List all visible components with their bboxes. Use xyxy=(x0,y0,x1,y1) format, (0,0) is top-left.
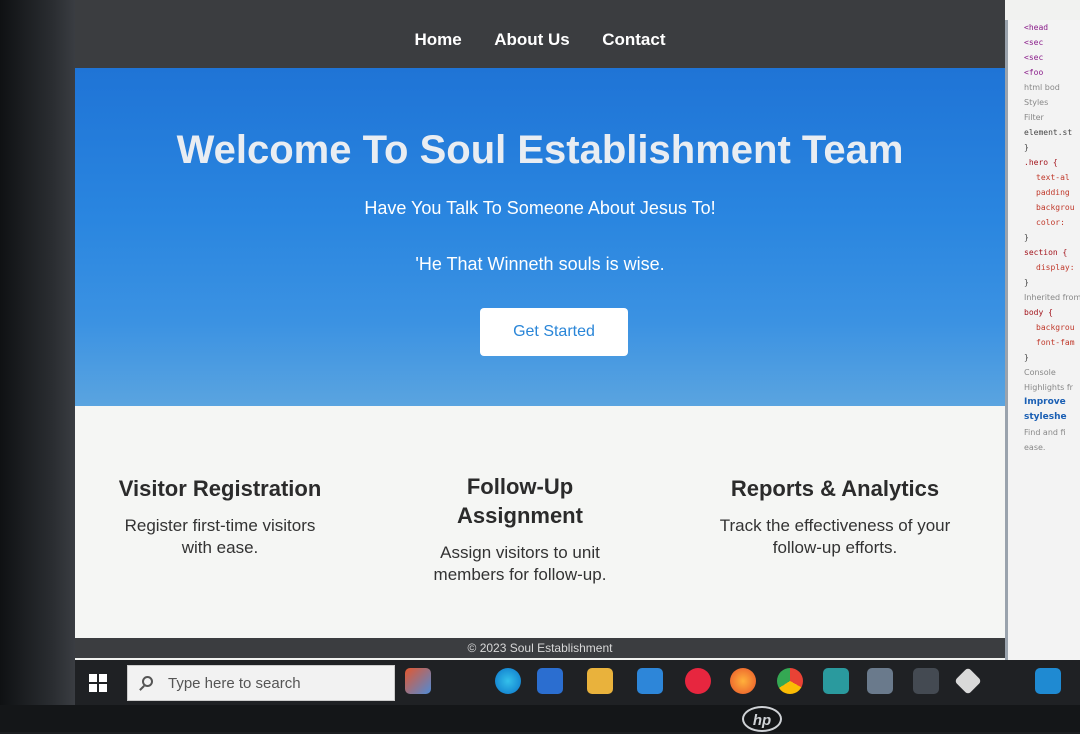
file-explorer-icon[interactable] xyxy=(587,668,613,694)
devtools-selector: body { xyxy=(1024,308,1053,317)
firefox-icon[interactable] xyxy=(730,668,756,694)
devtools-line: } xyxy=(1024,278,1029,287)
windows-start-icon[interactable] xyxy=(89,674,107,692)
nav-home-link[interactable]: Home xyxy=(415,30,462,50)
feature-title: Reports & Analytics xyxy=(730,476,940,501)
search-icon xyxy=(142,676,153,687)
features-section: Visitor Registration Register first-time… xyxy=(75,406,1005,638)
devtools-filter-input[interactable]: Filter xyxy=(1008,110,1080,125)
search-placeholder: Type here to search xyxy=(168,675,301,692)
screen: Home About Us Contact Welcome To Soul Es… xyxy=(75,0,1080,706)
devtools-line: } xyxy=(1024,233,1029,242)
devtools-panel[interactable]: <head <sec <sec <foo html bod Styles Fil… xyxy=(1005,20,1080,660)
devtools-styles-tab[interactable]: Styles xyxy=(1008,95,1080,110)
hero-title: Welcome To Soul Establishment Team xyxy=(176,128,904,172)
devtools-property: text-al xyxy=(1036,173,1070,182)
devtools-line[interactable]: <sec xyxy=(1008,35,1080,50)
opera-icon[interactable] xyxy=(685,668,711,694)
devtools-property: padding xyxy=(1036,188,1070,197)
devtools-breadcrumb[interactable]: html bod xyxy=(1008,80,1080,95)
feature-title: Visitor Registration xyxy=(118,476,322,501)
devtools-hint-text: ease. xyxy=(1024,443,1046,452)
devtools-property: font-fam xyxy=(1036,338,1075,347)
app-icon-2[interactable] xyxy=(954,667,982,695)
edge-icon[interactable] xyxy=(495,668,521,694)
devtools-line: element.st xyxy=(1024,128,1073,137)
terminal-icon[interactable] xyxy=(823,668,849,694)
feature-title: Follow-Up Assignment xyxy=(457,474,583,528)
devtools-property: backgrou xyxy=(1036,203,1075,212)
feature-reports-analytics: Reports & Analytics Track the effectiven… xyxy=(695,474,975,559)
monitor-bezel-bottom xyxy=(0,705,1080,732)
main-nav: Home About Us Contact xyxy=(75,30,1005,50)
video-icon[interactable] xyxy=(913,668,939,694)
feature-text: Track the effectiveness of your follow-u… xyxy=(719,516,951,557)
store-icon[interactable] xyxy=(537,668,563,694)
devtools-line: } xyxy=(1024,353,1029,362)
taskbar-search-box[interactable]: Type here to search xyxy=(127,665,395,701)
nav-contact-link[interactable]: Contact xyxy=(602,30,665,50)
devtools-line[interactable]: <head xyxy=(1008,20,1080,35)
monitor-bezel xyxy=(0,0,75,732)
devtools-highlights: Highlights fr xyxy=(1024,383,1073,392)
devtools-selector: .hero { xyxy=(1024,158,1058,167)
devtools-line[interactable]: <foo xyxy=(1008,65,1080,80)
hero-section: Welcome To Soul Establishment Team Have … xyxy=(75,68,1005,406)
devtools-line[interactable]: <sec xyxy=(1008,50,1080,65)
devtools-line: } xyxy=(1024,143,1029,152)
hero-subtitle: Have You Talk To Someone About Jesus To! xyxy=(364,198,716,218)
get-started-button[interactable]: Get Started xyxy=(480,308,628,356)
mail-icon[interactable] xyxy=(637,668,663,694)
vscode-icon[interactable] xyxy=(1035,668,1061,694)
devtools-console-tab[interactable]: Console xyxy=(1008,365,1080,380)
chrome-icon[interactable] xyxy=(777,668,803,694)
nav-about-link[interactable]: About Us xyxy=(494,30,570,50)
devtools-hint-title[interactable]: Improve xyxy=(1008,395,1080,410)
devtools-selector: section { xyxy=(1024,248,1068,257)
feature-text: Assign visitors to unit members for foll… xyxy=(433,543,607,584)
devtools-property: display: xyxy=(1036,263,1075,272)
devtools-property: color: xyxy=(1036,218,1065,227)
hero-quote: 'He That Winneth souls is wise. xyxy=(415,254,665,274)
devtools-hint-title[interactable]: styleshe xyxy=(1008,410,1080,425)
windows-taskbar: Type here to search xyxy=(75,660,1080,706)
feature-follow-up-assignment: Follow-Up Assignment Assign visitors to … xyxy=(410,472,630,586)
app-icon[interactable] xyxy=(867,668,893,694)
feature-visitor-registration: Visitor Registration Register first-time… xyxy=(115,474,325,559)
widgets-icon[interactable] xyxy=(405,668,431,694)
site-footer: © 2023 Soul Establishment xyxy=(75,638,1005,658)
devtools-property: backgrou xyxy=(1036,323,1075,332)
feature-text: Register first-time visitors with ease. xyxy=(124,516,316,557)
devtools-hint-text: Find and fi xyxy=(1024,428,1066,437)
hp-logo: hp xyxy=(742,706,782,732)
devtools-inherited-label: Inherited from xyxy=(1024,293,1080,302)
